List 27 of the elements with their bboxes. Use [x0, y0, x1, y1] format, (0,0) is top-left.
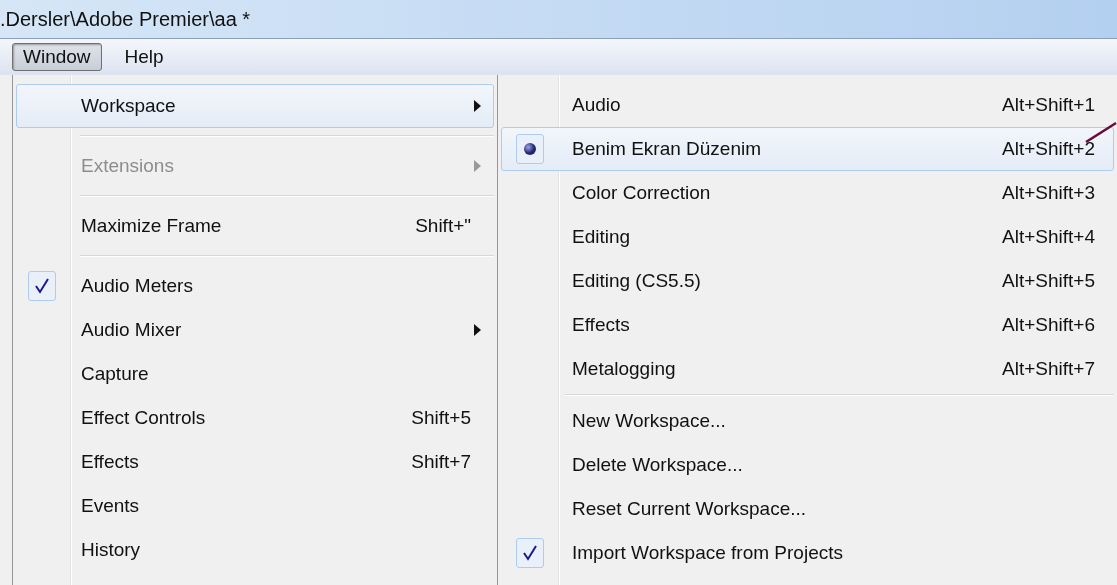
window-title: .Dersler\Adobe Premier\aa *: [0, 7, 251, 31]
menu-item[interactable]: Editing (CS5.5) Alt+Shift+5: [501, 259, 1114, 303]
menu-item[interactable]: Metalogging Alt+Shift+7: [501, 347, 1114, 391]
menu-item[interactable]: Effects Alt+Shift+6: [501, 303, 1114, 347]
menu-item[interactable]: Capture: [16, 352, 494, 396]
menu-item[interactable]: Editing Alt+Shift+4: [501, 215, 1114, 259]
menu-bar-item[interactable]: Window: [12, 43, 102, 71]
menu-item[interactable]: Maximize Frame Shift+": [16, 204, 494, 248]
menu-bar-item[interactable]: Help: [113, 43, 175, 71]
submenu-arrow-icon: [474, 100, 481, 112]
menu-item[interactable]: History: [16, 528, 494, 572]
menu-item[interactable]: Import Workspace from Projects: [501, 531, 1114, 575]
menu-item[interactable]: Audio Meters: [16, 264, 494, 308]
menu-item[interactable]: Effect Controls Shift+5: [16, 396, 494, 440]
submenu-arrow-icon: [474, 324, 481, 336]
menu-item[interactable]: Effects Shift+7: [16, 440, 494, 484]
submenu-arrow-icon: [474, 160, 481, 172]
menu-item[interactable]: Delete Workspace...: [501, 443, 1114, 487]
menu-item[interactable]: Color Correction Alt+Shift+3: [501, 171, 1114, 215]
menu-item[interactable]: Audio Mixer: [16, 308, 494, 352]
menu-item[interactable]: Benim Ekran Düzenim Alt+Shift+2: [501, 127, 1114, 171]
menu-item[interactable]: Workspace: [16, 84, 494, 128]
menu-item[interactable]: New Workspace...: [501, 399, 1114, 443]
annotation-line: [1085, 121, 1117, 143]
menu-item[interactable]: Reset Current Workspace...: [501, 487, 1114, 531]
menu-item[interactable]: Audio Alt+Shift+1: [501, 83, 1114, 127]
menu-item[interactable]: Events: [16, 484, 494, 528]
